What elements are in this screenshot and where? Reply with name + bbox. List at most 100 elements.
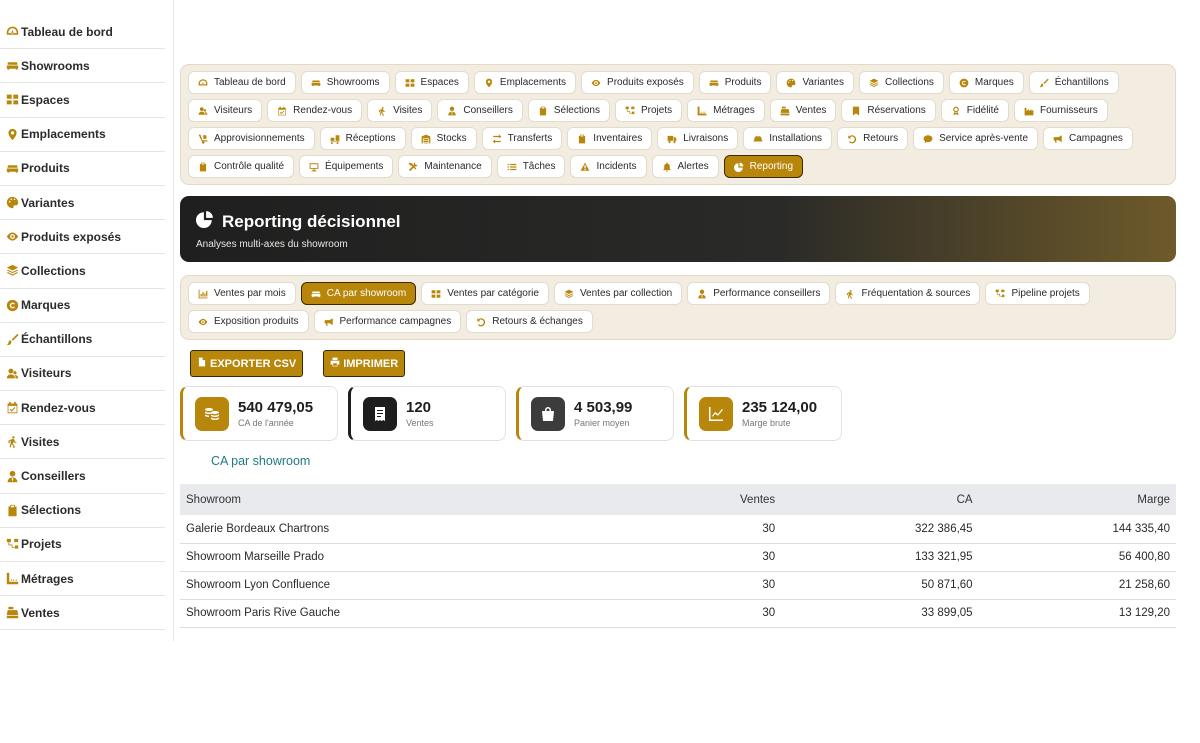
sidebar-item-label: Produits exposés (21, 229, 122, 244)
report-tab-ventes-par-mois[interactable]: Ventes par mois (188, 282, 296, 305)
sidebar-item-label: Visites (21, 434, 60, 449)
report-tab-exposition-produits[interactable]: Exposition produits (188, 310, 309, 333)
nav-echantillons[interactable]: Échantillons (1028, 71, 1119, 94)
nav-produits[interactable]: Produits (698, 71, 772, 94)
nav-ventes[interactable]: Ventes (769, 99, 837, 122)
nav-service-apres-vente[interactable]: Service après-vente (913, 127, 1039, 150)
nav-campagnes[interactable]: Campagnes (1043, 127, 1133, 150)
nav-produits-exposes[interactable]: Produits exposés (581, 71, 694, 94)
export-csv-button[interactable]: EXPORTER CSV (190, 350, 304, 377)
sidebar-item-label: Produits (21, 161, 70, 176)
nav-tableau-de-bord[interactable]: Tableau de bord (188, 71, 296, 94)
sidebar-item-visiteurs[interactable]: Visiteurs (0, 357, 165, 392)
nav-maintenance[interactable]: Maintenance (398, 155, 492, 178)
nav-metrages[interactable]: Métrages (687, 99, 765, 122)
table-cell: 30 (762, 551, 776, 563)
sidebar-item-showrooms[interactable]: Showrooms (0, 49, 165, 84)
report-tab-frequentation-sources[interactable]: Fréquentation & sources (835, 282, 981, 305)
report-tab-performance-conseillers[interactable]: Performance conseillers (687, 282, 831, 305)
sidebar-item-tableau-de-bord[interactable]: Tableau de bord (0, 15, 165, 50)
walking-icon (6, 435, 19, 449)
sidebar-item-produits[interactable]: Produits (0, 152, 165, 186)
walking-icon (377, 106, 387, 116)
column-header-ca[interactable]: CA (781, 484, 978, 515)
nav-espaces[interactable]: Espaces (394, 71, 469, 94)
nav-livraisons[interactable]: Livraisons (657, 127, 739, 150)
column-header-showroom[interactable]: Showroom (180, 484, 651, 515)
sidebar-item-espaces[interactable]: Espaces (0, 83, 165, 118)
nav-showrooms[interactable]: Showrooms (300, 71, 390, 94)
report-tab-pipeline-projets[interactable]: Pipeline projets (985, 282, 1090, 305)
nav-rendez-vous[interactable]: Rendez-vous (267, 99, 363, 122)
nav-visites[interactable]: Visites (367, 99, 433, 122)
grid-icon (405, 78, 415, 88)
nav-equipements[interactable]: Équipements (299, 155, 394, 178)
print-button[interactable]: IMPRIMER (323, 350, 406, 377)
table-cell: 30 (762, 522, 776, 535)
sidebar-item-marques[interactable]: Marques (0, 289, 165, 323)
nav-marques[interactable]: Marques (948, 71, 1024, 94)
nav-controle-qualite[interactable]: Contrôle qualité (188, 155, 295, 178)
nav-alertes[interactable]: Alertes (651, 155, 719, 178)
couch-icon (6, 59, 19, 72)
couch-icon (311, 289, 321, 299)
sidebar-item-emplacements[interactable]: Emplacements (0, 118, 165, 152)
report-tab-retours-echanges[interactable]: Retours & échanges (466, 310, 593, 333)
nav-projets[interactable]: Projets (614, 99, 683, 122)
nav-fidelite[interactable]: Fidélité (940, 99, 1009, 122)
sidebar-item-label: Échantillons (21, 332, 93, 347)
sidebar-item-echantillons[interactable]: Échantillons (0, 323, 165, 357)
column-header-marge[interactable]: Marge (979, 484, 1176, 515)
column-header-ventes[interactable]: Ventes (651, 484, 781, 515)
report-tab-ca-par-showroom[interactable]: CA par showroom (300, 282, 417, 305)
report-tab-ventes-par-categorie[interactable]: Ventes par catégorie (421, 282, 549, 305)
sidebar-item-variantes[interactable]: Variantes (0, 186, 165, 221)
nav-selections[interactable]: Sélections (527, 99, 610, 122)
nav-transferts[interactable]: Transferts (481, 127, 563, 150)
nav-inventaires[interactable]: Inventaires (567, 127, 653, 150)
nav-visiteurs[interactable]: Visiteurs (188, 99, 263, 122)
nav-fournisseurs[interactable]: Fournisseurs (1014, 99, 1108, 122)
nav-emplacements[interactable]: Emplacements (473, 71, 577, 94)
palette-icon (786, 78, 796, 88)
nav-approvisionnements[interactable]: Approvisionnements (188, 127, 315, 150)
nav-conseillers[interactable]: Conseillers (437, 99, 523, 122)
nav-reservations[interactable]: Réservations (841, 99, 936, 122)
nav-reporting[interactable]: Reporting (723, 155, 803, 178)
report-tab-performance-campagnes[interactable]: Performance campagnes (313, 310, 462, 333)
eye-icon (198, 317, 208, 327)
sidebar-item-ventes[interactable]: Ventes (0, 596, 165, 631)
bookmark-icon (851, 106, 861, 116)
layers-icon (6, 264, 19, 277)
nav-taches[interactable]: Tâches (496, 155, 566, 178)
nav-collections[interactable]: Collections (858, 71, 944, 94)
table-cell: 56 400,80 (1118, 551, 1170, 563)
nav-retours[interactable]: Retours (837, 127, 909, 150)
nav-installations[interactable]: Installations (743, 127, 833, 150)
cash-register-icon (6, 606, 19, 619)
sidebar-item-selections[interactable]: Sélections (0, 494, 165, 528)
sidebar-item-produits-exposes[interactable]: Produits exposés (0, 220, 165, 255)
nav-variantes[interactable]: Variantes (776, 71, 854, 94)
nav-incidents[interactable]: Incidents (570, 155, 647, 178)
calendar-check-icon (277, 106, 287, 116)
award-icon (951, 106, 961, 116)
sidebar-item-conseillers[interactable]: Conseillers (0, 459, 165, 494)
couch-icon (6, 162, 19, 175)
data-table: Showroom Ventes CA Marge Galerie Bordeaux C… (180, 484, 1176, 628)
sidebar-item-visites[interactable]: Visites (0, 425, 165, 460)
nav-stocks[interactable]: Stocks (410, 127, 477, 150)
gauge-icon (6, 25, 19, 38)
page-title: Reporting décisionnel (222, 211, 401, 231)
sidebar: Tableau de bord Showrooms Espaces Emplaceme… (0, 0, 174, 641)
diagram-icon (6, 538, 19, 551)
report-tab-ventes-par-collection[interactable]: Ventes par collection (553, 282, 683, 305)
sidebar-item-label: Conseillers (21, 469, 86, 484)
sidebar-item-rendez-vous[interactable]: Rendez-vous (0, 391, 165, 426)
nav-receptions[interactable]: Réceptions (319, 127, 406, 150)
sidebar-item-collections[interactable]: Collections (0, 254, 165, 289)
sidebar-item-projets[interactable]: Projets (0, 528, 165, 562)
action-bar: EXPORTER CSV IMPRIMER (190, 350, 406, 377)
chart-line-icon (699, 396, 733, 431)
sidebar-item-metrages[interactable]: Métrages (0, 562, 165, 597)
